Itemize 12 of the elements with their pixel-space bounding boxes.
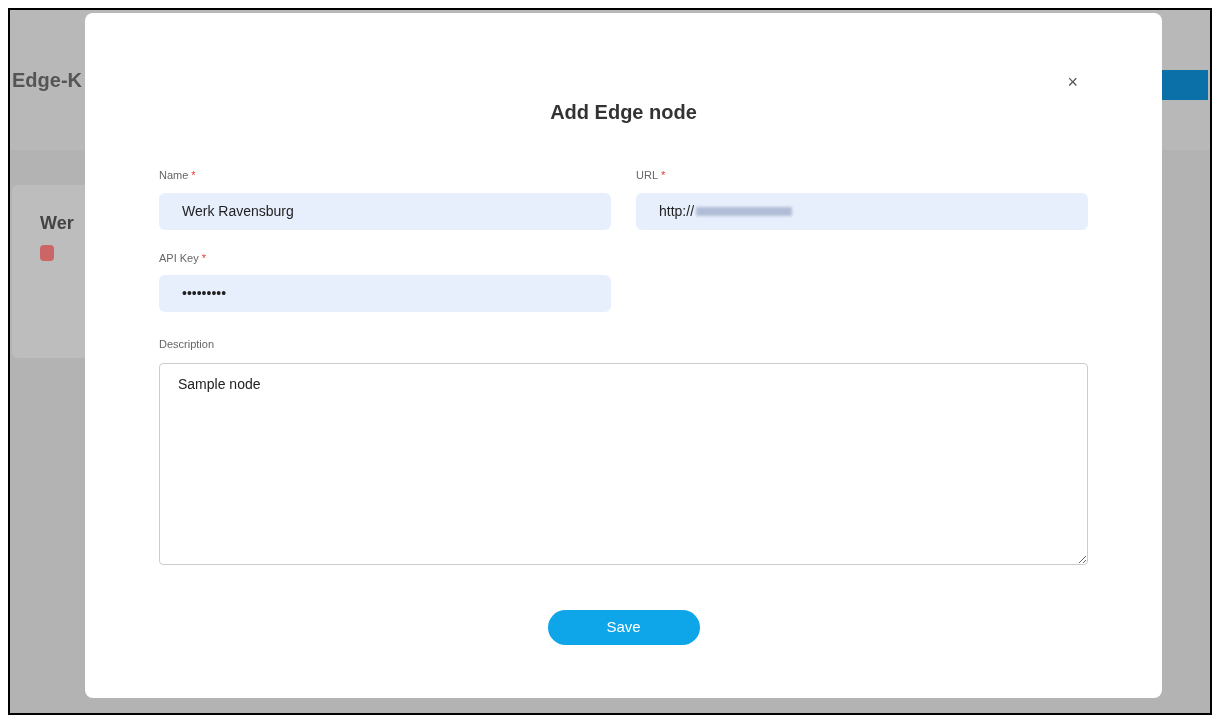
field-label: Description <box>159 337 216 352</box>
description-field[interactable]: Sample node <box>159 362 1088 565</box>
node-icon <box>40 245 54 261</box>
input-field[interactable]: ••••••••• <box>159 275 611 312</box>
field-label: API Key * <box>159 250 208 266</box>
page-title: Edge-K <box>12 68 82 93</box>
dialog-title: Add Edge node <box>549 100 698 125</box>
field-label: URL * <box>636 168 667 183</box>
input-field[interactable]: Werk Ravensburg <box>159 192 611 230</box>
input-field[interactable]: http:// <box>636 192 1088 230</box>
field-label: Name * <box>159 168 197 183</box>
card-title: Wer <box>40 212 75 235</box>
